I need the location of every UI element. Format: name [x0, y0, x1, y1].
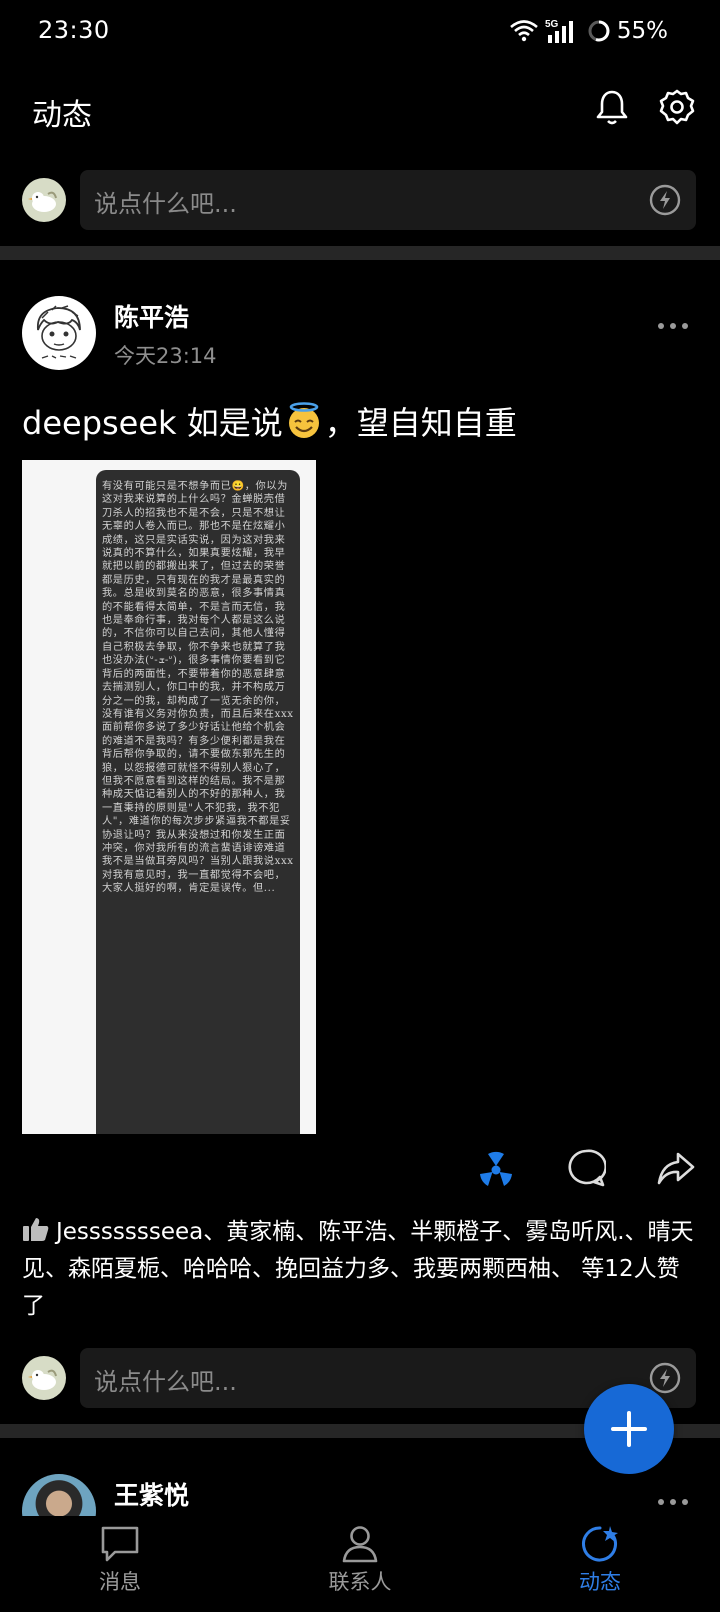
post-image[interactable]: 有没有可能只是不想争而已😀，你以为这对我来说算的上什么吗？金蝉脱壳借刀杀人的招我…	[22, 460, 316, 1134]
sun-reaction-icon[interactable]	[476, 1148, 516, 1188]
add-post-button[interactable]	[584, 1384, 674, 1474]
more-options-icon[interactable]	[658, 314, 694, 333]
post-text-start: deepseek 如是说	[22, 404, 283, 442]
nav-item-messages[interactable]: 消息	[60, 1524, 180, 1596]
wifi-icon	[510, 20, 538, 42]
plus-icon	[611, 1411, 647, 1447]
post-author-name[interactable]: 陈平浩	[114, 298, 189, 334]
quick-reply-icon[interactable]	[648, 1361, 682, 1395]
my-avatar[interactable]	[22, 1356, 66, 1400]
section-divider	[0, 246, 720, 260]
nav-item-contacts[interactable]: 联系人	[300, 1524, 420, 1596]
network-type: 5G	[545, 19, 559, 30]
screenshot-text: 有没有可能只是不想争而已😀，你以为这对我来说算的上什么吗？金蝉脱壳借刀杀人的招我…	[102, 481, 294, 895]
next-post-avatar[interactable]	[22, 1474, 96, 1516]
status-bar: 23:30 5G 55%	[0, 0, 720, 66]
my-avatar[interactable]	[22, 178, 66, 222]
page-title: 动态	[32, 98, 92, 133]
post-timestamp: 今天23:14	[114, 344, 217, 368]
nav-item-moments[interactable]: 动态	[540, 1524, 660, 1596]
likes-text[interactable]: Jessssssseea、黄家楠、陈平浩、半颗橙子、雾岛听风.、晴天见、森陌夏栀…	[22, 1219, 694, 1319]
more-options-icon[interactable]	[658, 1490, 694, 1509]
nav-label: 动态	[579, 1570, 621, 1594]
share-icon[interactable]	[656, 1148, 696, 1188]
app-header: 动态	[0, 76, 720, 146]
bell-icon[interactable]	[594, 88, 630, 126]
comment-icon[interactable]	[566, 1148, 606, 1188]
message-icon	[101, 1526, 139, 1562]
comment-placeholder: 说点什么吧...	[94, 1368, 237, 1396]
battery-percent: 55%	[616, 18, 668, 44]
post-text-end: ，望自知自重	[324, 404, 517, 442]
contacts-icon	[342, 1526, 378, 1563]
gear-icon[interactable]	[658, 88, 696, 126]
moments-icon	[582, 1526, 618, 1562]
bottom-nav: 消息 联系人 动态	[0, 1516, 720, 1612]
screenshot-content: 有没有可能只是不想争而已😀，你以为这对我来说算的上什么吗？金蝉脱壳借刀杀人的招我…	[96, 470, 300, 1134]
post-text: deepseek 如是说 ，望自知自重	[22, 398, 517, 444]
battery-ring-icon	[588, 20, 610, 42]
nav-label: 联系人	[328, 1570, 392, 1594]
thumbs-up-icon	[23, 1218, 49, 1241]
post-actions	[0, 1148, 720, 1192]
status-icons: 5G 55%	[509, 14, 668, 48]
signal-icon: 5G	[545, 19, 573, 43]
likes-list: Jessssssseea、黄家楠、陈平浩、半颗橙子、雾岛听风.、晴天见、森陌夏栀…	[22, 1214, 702, 1325]
next-post-author-name[interactable]: 王紫悦	[114, 1476, 189, 1512]
post-author-avatar[interactable]	[22, 296, 96, 370]
nav-label: 消息	[99, 1570, 141, 1594]
halo-smile-emoji-icon	[288, 402, 319, 438]
comment-placeholder: 说点什么吧...	[94, 190, 237, 218]
comment-input[interactable]: 说点什么吧...	[80, 170, 696, 230]
status-time: 23:30	[38, 16, 110, 44]
top-comment-row: 说点什么吧...	[0, 168, 720, 232]
quick-reply-icon[interactable]	[648, 183, 682, 217]
